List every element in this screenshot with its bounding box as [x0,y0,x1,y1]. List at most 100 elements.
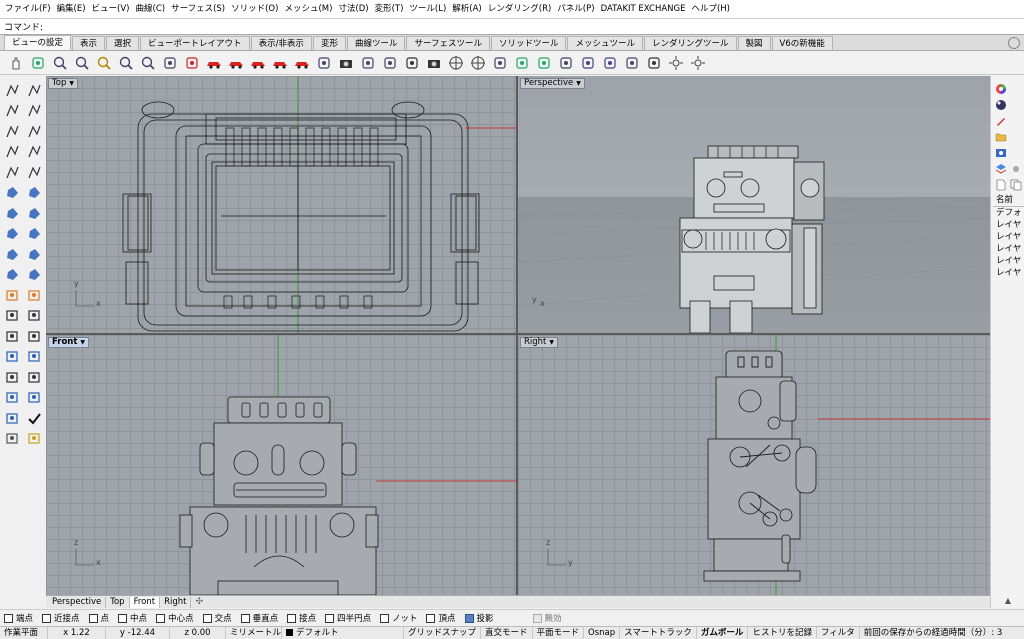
layer-item[interactable]: レイヤ [993,267,1024,279]
car-red-1-icon[interactable] [204,53,224,73]
viewport-top-label[interactable]: Top ▼ [48,78,78,89]
lens-icon[interactable] [622,53,642,73]
plane-icon[interactable] [534,53,554,73]
osnap-checkbox[interactable] [325,613,335,623]
group-icon[interactable] [23,388,45,408]
zoom-window-icon[interactable] [50,53,70,73]
transform-icon[interactable] [1,347,23,367]
menu-item[interactable]: ツール(L) [406,0,449,18]
osnap-12[interactable]: 無効 [532,612,562,624]
loft-icon[interactable] [23,203,45,223]
osnap-checkbox[interactable] [287,613,297,623]
tab-12[interactable]: V6の新機能 [771,36,833,50]
freeform-icon[interactable] [23,162,45,182]
osnap-4[interactable]: 中心点 [156,612,194,624]
rotate-icon[interactable] [28,53,48,73]
osnap-checkbox[interactable] [380,613,390,623]
car-red-4-icon[interactable] [270,53,290,73]
layers-icon[interactable] [994,162,1008,175]
polyline-icon[interactable] [1,101,23,121]
osnap-checkbox[interactable] [4,613,13,623]
box-icon[interactable] [1,224,23,244]
command-input[interactable] [46,20,1024,33]
osnap-10[interactable]: 頂点 [426,612,456,624]
rectangle-icon[interactable] [23,142,45,162]
tab-0[interactable]: ビューの設定 [4,35,72,50]
target-2-icon[interactable] [468,53,488,73]
osnap-3[interactable]: 中点 [118,612,147,624]
folder-icon[interactable] [994,130,1008,143]
block-icon[interactable] [1,388,23,408]
osnap-0[interactable]: 端点 [4,612,33,624]
menu-item[interactable]: パネル(P) [554,0,597,18]
arc-icon[interactable] [1,142,23,162]
check-icon[interactable] [23,408,45,428]
tab-3[interactable]: ビューポートレイアウト [140,36,250,50]
status-layer[interactable]: デフォルト [282,627,404,639]
viewport-perspective[interactable]: Perspective ▼ y x [518,76,990,333]
status-gumball[interactable]: ガムボール [697,627,749,639]
menu-item[interactable]: ファイル(F) [2,0,54,18]
rotate-camera-icon[interactable] [424,53,444,73]
render-icon-l[interactable] [1,429,23,449]
tab-10[interactable]: レンダリングツール [644,36,737,50]
render-icon[interactable] [402,53,422,73]
osnap-6[interactable]: 垂直点 [240,612,278,624]
status-cplane[interactable]: 作業平面 [0,627,48,639]
named-view-icon[interactable] [314,53,334,73]
select-arrow-icon[interactable] [1,80,23,100]
panel-scroll-up-icon[interactable]: ▲ [991,595,1024,607]
ellipse-icon[interactable] [23,121,45,141]
zoom-selected-icon[interactable] [116,53,136,73]
set-view-icon[interactable] [182,53,202,73]
copy-icon[interactable] [1009,178,1023,191]
undo-view-icon[interactable] [160,53,180,73]
plane-flip-icon[interactable] [578,53,598,73]
sun-icon[interactable] [1009,162,1023,175]
car-red-3-icon[interactable] [248,53,268,73]
status-history[interactable]: ヒストリを記録 [748,627,817,639]
explode-icon[interactable] [1,285,23,305]
mesh-plane-icon[interactable] [23,265,45,285]
cplane-icon[interactable] [512,53,532,73]
tab-6[interactable]: 曲線ツール [346,36,406,50]
status-planar[interactable]: 平面モード [533,627,585,639]
surface-icon[interactable] [1,183,23,203]
object-icon[interactable] [490,53,510,73]
menu-item[interactable]: レンダリング(R) [485,0,555,18]
viewport-tab-right[interactable]: Right [160,596,192,608]
patch-icon[interactable] [23,183,45,203]
osnap-9[interactable]: ノット [380,612,417,624]
view-plane-icon[interactable] [600,53,620,73]
menu-item[interactable]: ソリッド(O) [228,0,281,18]
menu-item[interactable]: 曲線(C) [133,0,169,18]
status-ortho[interactable]: 直交モード [481,627,533,639]
status-smarttrack[interactable]: スマートトラック [620,627,697,639]
torus-icon[interactable] [23,244,45,264]
osnap-checkbox[interactable] [118,613,128,623]
cylinder-icon[interactable] [1,244,23,264]
osnap-2[interactable]: 点 [88,612,109,624]
tab-options-icon[interactable] [1008,37,1020,49]
move-icon[interactable] [23,347,45,367]
circle-icon[interactable] [1,121,23,141]
osnap-8[interactable]: 四半円点 [325,612,371,624]
viewport-tab-front[interactable]: Front [129,596,161,608]
osnap-5[interactable]: 交点 [202,612,232,624]
menu-item[interactable]: ヘルプ(H) [688,0,733,18]
osnap-checkbox[interactable] [156,613,166,623]
dimension-icon[interactable] [1,367,23,387]
color-wheel-icon[interactable] [994,82,1008,95]
viewport-front-label[interactable]: Front ▼ [48,337,90,348]
align-icon[interactable] [556,53,576,73]
camera-icon[interactable] [336,53,356,73]
menu-item[interactable]: ビュー(V) [89,0,133,18]
pan-icon[interactable] [6,53,26,73]
tab-4[interactable]: 表示/非表示 [250,36,312,50]
status-filter[interactable]: フィルタ [817,627,860,639]
menu-item[interactable]: 解析(A) [449,0,484,18]
tab-2[interactable]: 選択 [106,36,140,50]
tab-11[interactable]: 製図 [737,36,771,50]
car-red-2-icon[interactable] [226,53,246,73]
extrude-icon[interactable] [1,203,23,223]
